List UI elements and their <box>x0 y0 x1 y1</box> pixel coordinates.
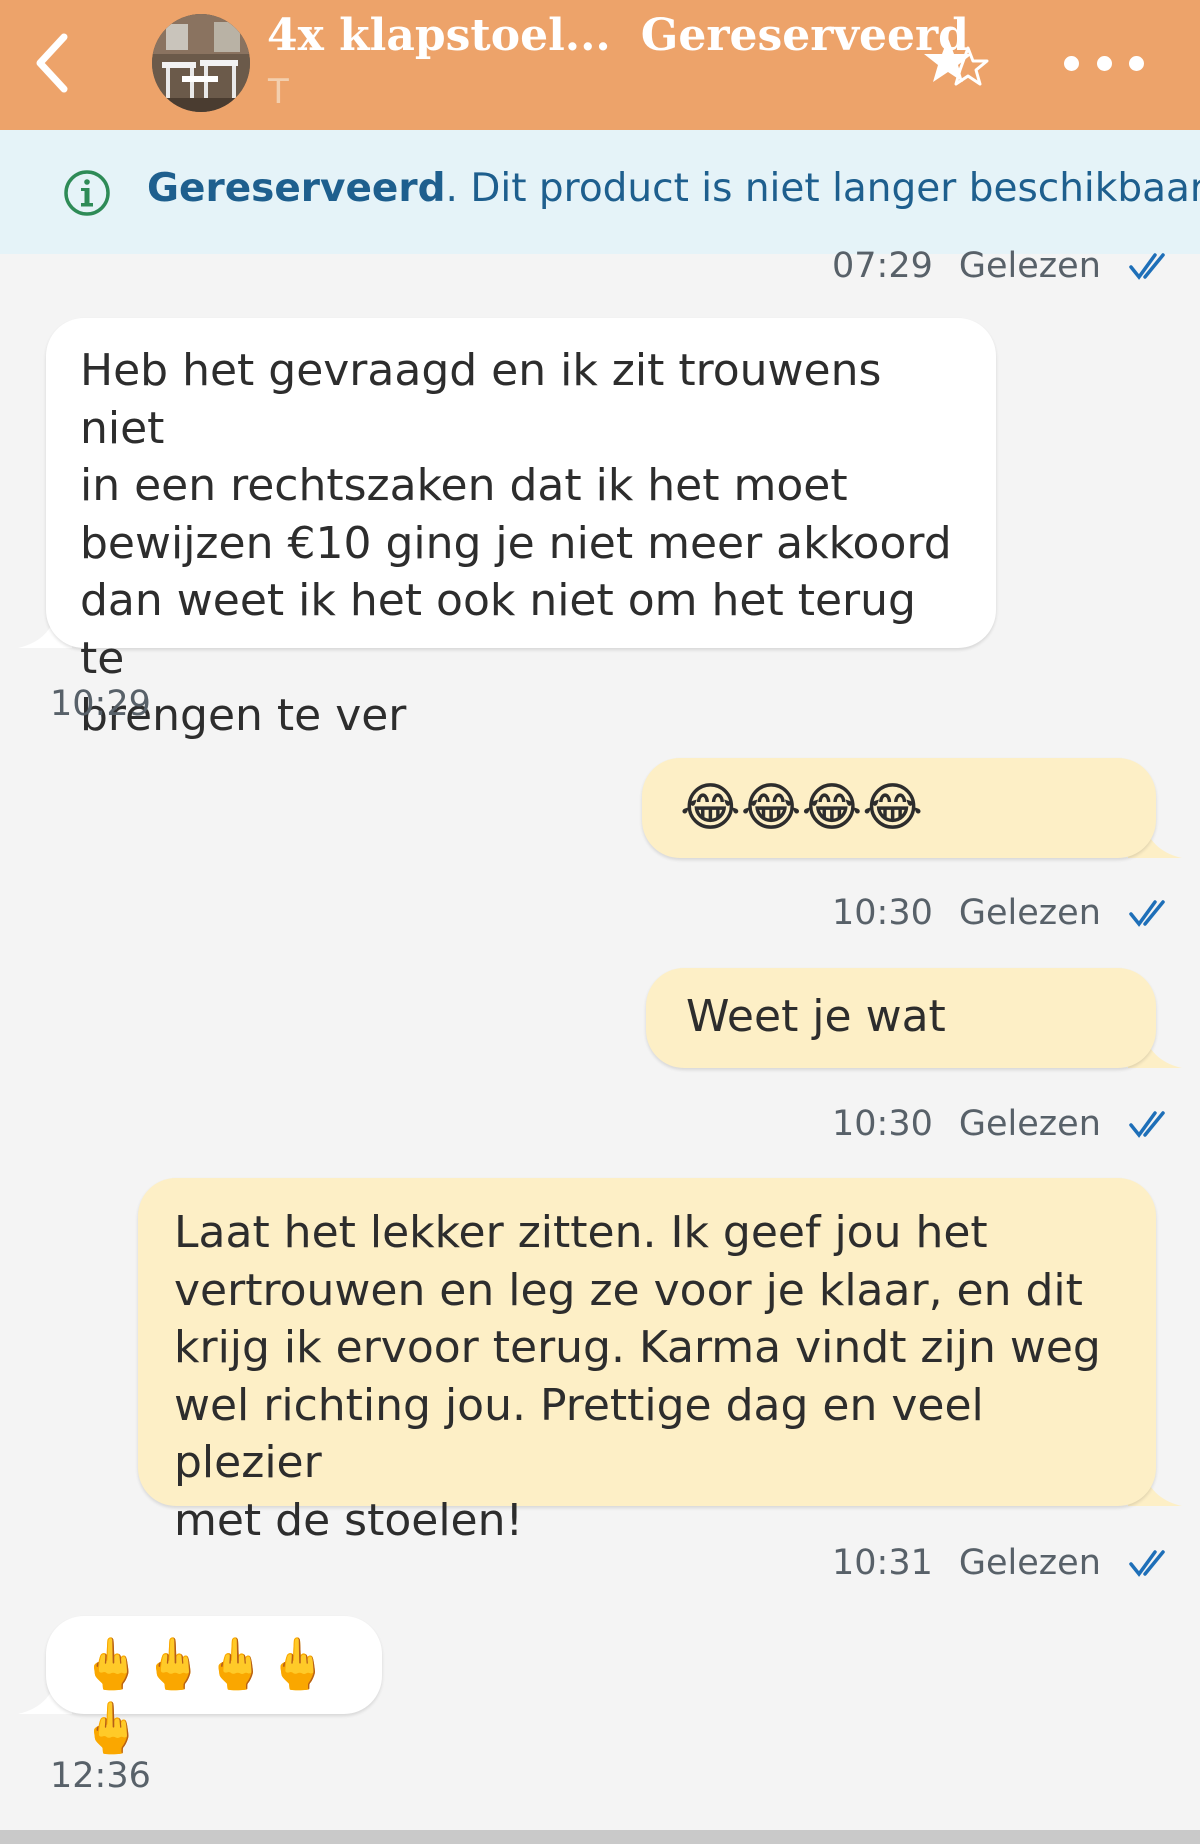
message-line: in een rechtszaken dat ik het moet <box>80 460 848 511</box>
message-meta: 10:30 Gelezen <box>832 1104 1171 1144</box>
banner-message: Gereserveerd. Dit product is niet langer… <box>147 166 1200 211</box>
message-text: 🖕🖕🖕🖕🖕 <box>80 1635 330 1757</box>
message-time: 12:36 <box>50 1756 151 1796</box>
chat-header: 4x klapstoel... Gereserveerd T <box>0 0 1200 130</box>
star-icon <box>924 38 989 86</box>
double-check-icon <box>1129 253 1165 280</box>
message-line: wel richting jou. Prettige dag en veel p… <box>174 1379 984 1489</box>
message-line: krijg ik ervoor terug. Karma vindt zijn … <box>174 1322 1101 1373</box>
message-meta: 10:30 Gelezen <box>832 893 1171 933</box>
message-bubble-incoming[interactable]: Heb het gevraagd en ik zit trouwens niet… <box>46 318 996 741</box>
double-check-icon <box>1129 1550 1165 1577</box>
message-time: 10:29 <box>50 684 151 724</box>
conversation-title[interactable]: 4x klapstoel... Gereserveerd <box>267 10 969 61</box>
bottom-edge <box>0 1830 1200 1844</box>
message-time: 10:31 <box>832 1543 933 1583</box>
double-check-icon <box>1129 900 1165 927</box>
chevron-left-icon <box>36 33 68 93</box>
message-time: 10:30 <box>832 893 933 933</box>
listing-title: 4x klapstoel... <box>267 10 611 61</box>
double-check-icon <box>1129 1111 1165 1138</box>
message-time: 10:30 <box>832 1104 933 1144</box>
chairs-thumbnail-image <box>152 14 250 112</box>
more-options-button[interactable] <box>1064 48 1144 78</box>
message-bubble-outgoing[interactable]: 😂😂😂😂 <box>642 758 1156 858</box>
message-line: brengen te ver <box>80 690 407 741</box>
listing-thumbnail[interactable] <box>152 14 250 112</box>
more-dots-icon <box>1064 55 1079 71</box>
message-bubble-outgoing[interactable]: Laat het lekker zitten. Ik geef jou het … <box>138 1178 1156 1546</box>
read-status: Gelezen <box>958 246 1101 286</box>
banner-status: Gereserveerd <box>147 166 446 211</box>
info-icon <box>64 170 110 216</box>
message-line: vertrouwen en leg ze voor je klaar, en d… <box>174 1264 1083 1316</box>
user-name: T <box>268 72 289 112</box>
message-line: Laat het lekker zitten. Ik geef jou het <box>174 1207 988 1258</box>
message-line: bewijzen €10 ging je niet meer akkoord <box>80 517 952 569</box>
back-button[interactable] <box>22 28 82 98</box>
message-text: 😂😂😂😂 <box>680 778 924 838</box>
message-text: Weet je wat <box>686 991 946 1042</box>
message-line: dan weet ik het ook niet om het terug te <box>80 575 916 684</box>
message-bubble-outgoing[interactable]: Weet je wat <box>646 968 1156 1068</box>
message-line: met de stoelen! <box>174 1494 524 1546</box>
banner-text: . Dit product is niet langer beschikbaar… <box>445 166 1200 211</box>
read-status: Gelezen <box>958 1104 1101 1144</box>
message-time: 07:29 <box>832 246 933 286</box>
message-meta: 10:31 Gelezen <box>832 1543 1171 1583</box>
message-line: Heb het gevraagd en ik zit trouwens niet <box>80 345 882 454</box>
listing-status: Gereserveerd <box>640 10 969 61</box>
read-status: Gelezen <box>958 893 1101 933</box>
read-status: Gelezen <box>958 1543 1101 1583</box>
message-meta: 07:29 Gelezen <box>832 246 1171 286</box>
message-bubble-incoming[interactable]: 🖕🖕🖕🖕🖕 <box>46 1616 382 1757</box>
favorite-button[interactable] <box>922 34 990 94</box>
